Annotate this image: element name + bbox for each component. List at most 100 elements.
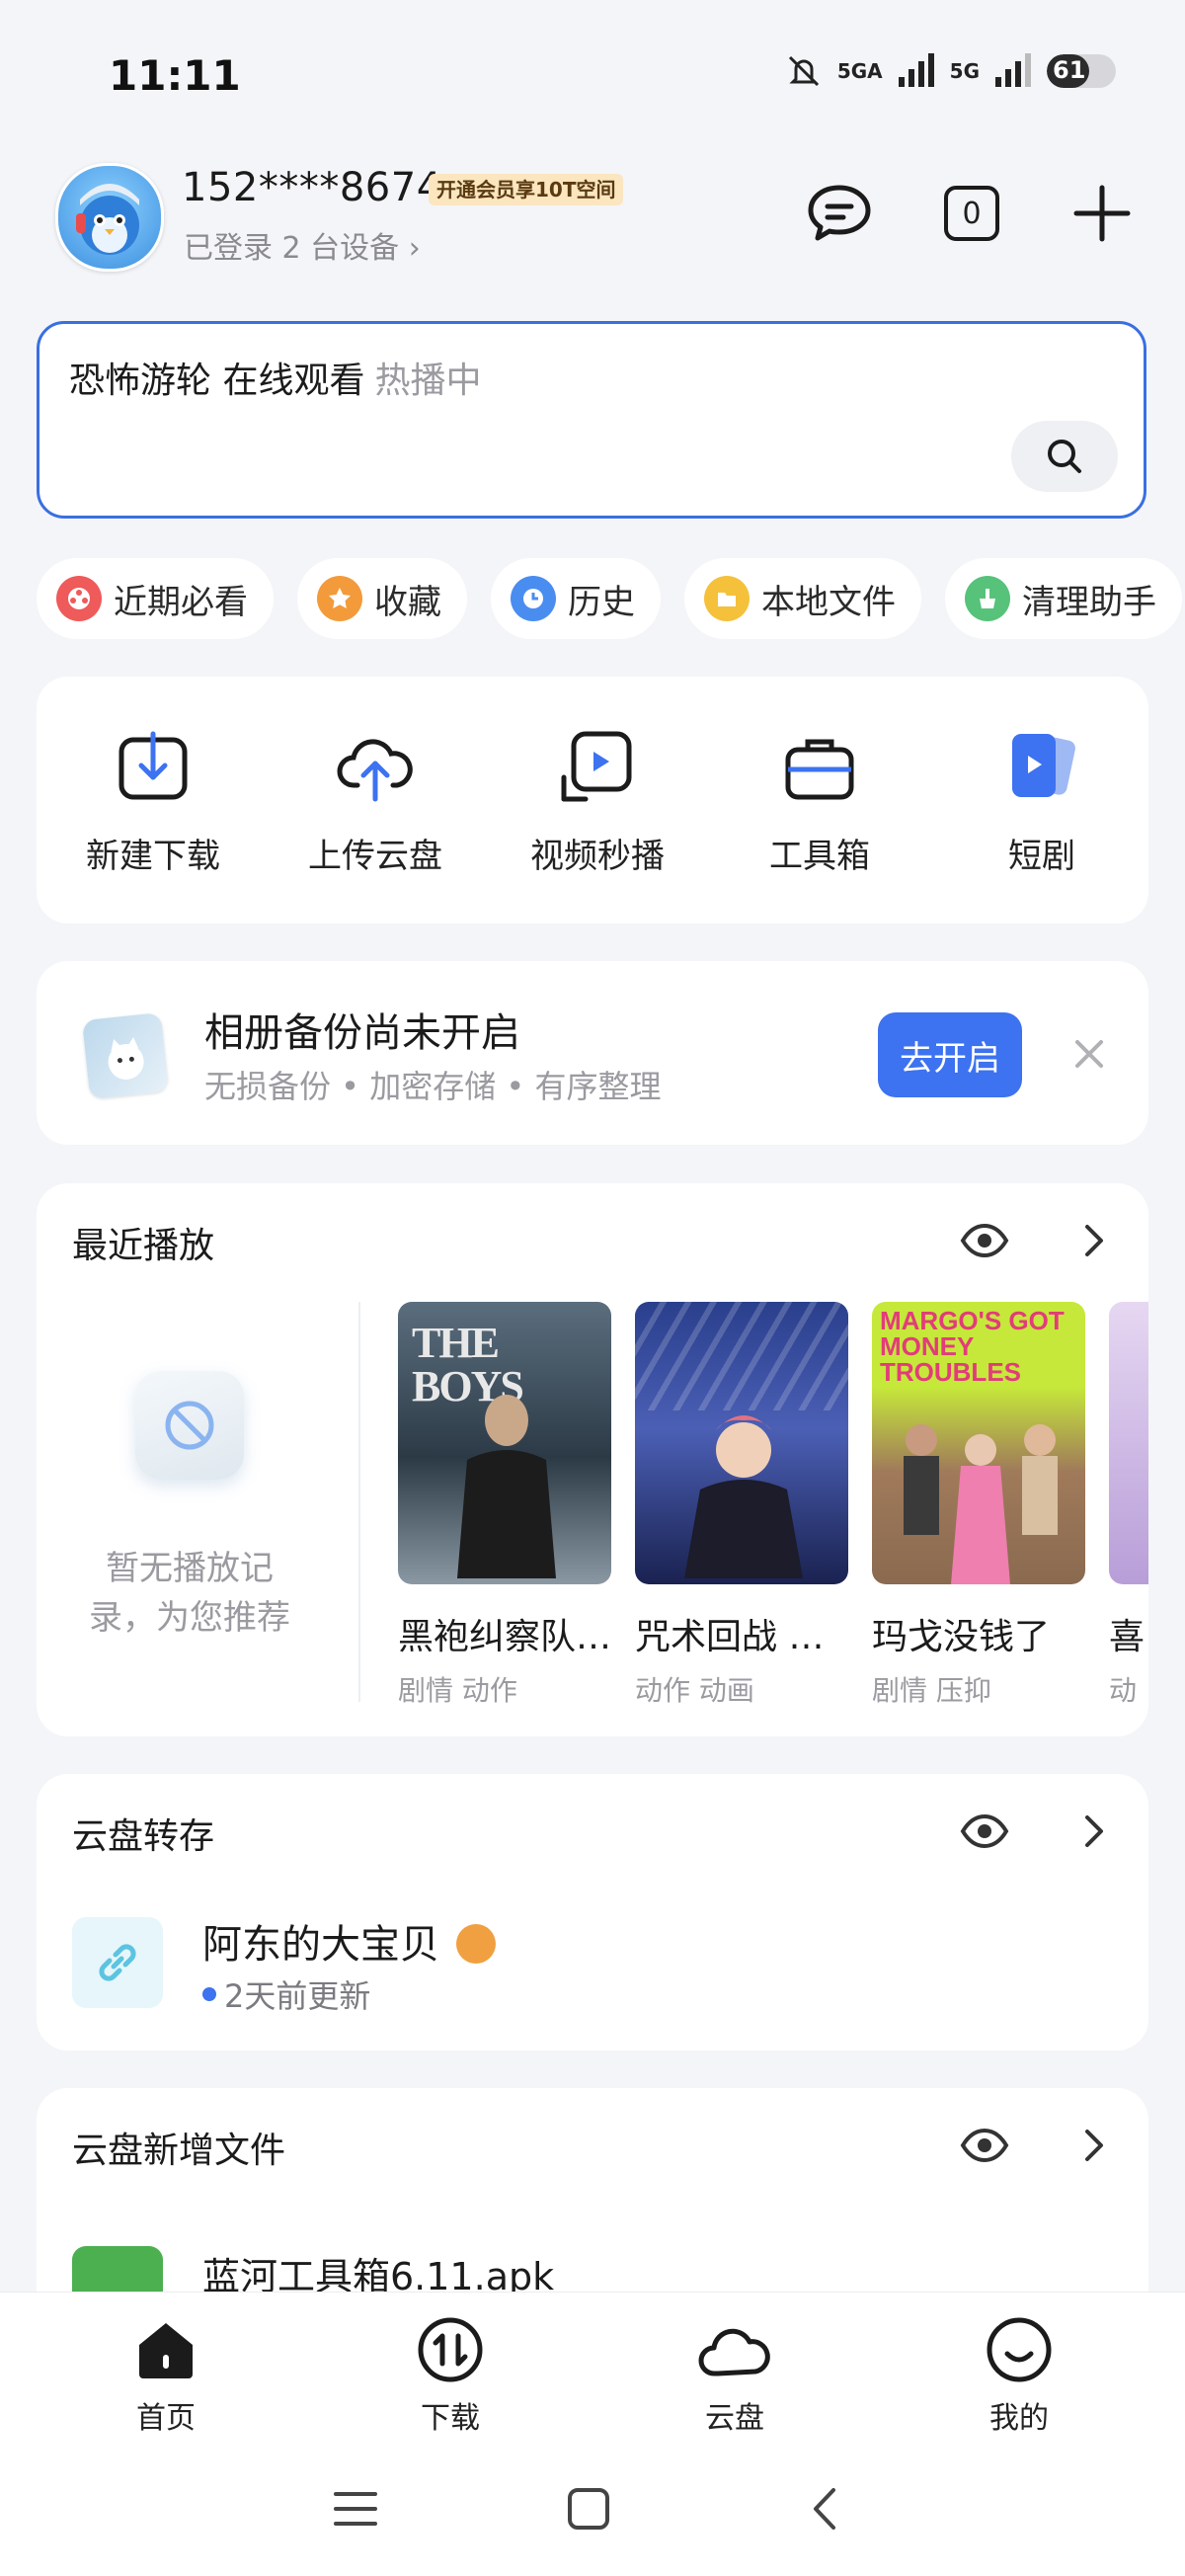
eye-icon [960,2128,1009,2163]
add-button[interactable] [1066,178,1138,249]
nav-home[interactable]: 首页 [87,2312,245,2437]
devices-link[interactable]: 已登录 2 台设备 › [184,223,421,267]
recent-item-tags: 动 [1109,1674,1138,1707]
bird-avatar-icon [76,184,139,255]
recent-item-title[interactable]: 黑袍纠察队… [398,1608,625,1659]
back-button[interactable] [796,2479,855,2538]
chip-label: 清理助手 [1022,582,1156,622]
recent-item-title[interactable]: 玛戈没钱了 [872,1608,1099,1659]
cloud-icon [697,2312,772,2387]
quick-action-toolbox[interactable]: 工具箱 [731,728,908,877]
recent-item-tags: 动作 动画 [635,1674,754,1707]
close-icon [1075,1040,1103,1068]
mute-icon [788,55,819,87]
star-icon [317,576,362,621]
folder-icon [704,576,750,621]
nav-label: 下载 [421,2401,480,2436]
cloud-transfer-more-button[interactable] [1073,1806,1113,1857]
signal-bars-icon [898,53,934,87]
quick-action-new-download[interactable]: 新建下载 [64,728,242,877]
emoji-icon [455,1924,496,1964]
chip-history[interactable]: 历史 [491,558,661,639]
close-backup-button[interactable] [1067,1032,1111,1076]
signal-bars-icon [995,53,1031,87]
photo-album-icon [82,1012,169,1099]
nav-label: 首页 [136,2401,196,2436]
poster-the-boys[interactable]: THE BOYS [398,1302,611,1584]
quick-action-label: 视频秒播 [530,837,665,876]
signal-label-1: 5GA [836,59,883,83]
recent-item-title[interactable]: 喜 [1109,1608,1148,1659]
search-button[interactable] [1011,421,1118,492]
transfer-item[interactable]: 阿东的大宝贝 [202,1912,496,1970]
search-box[interactable]: 恐怖游轮 在线观看 热播中 [37,321,1146,519]
menu-icon [334,2492,377,2526]
backup-subtitle: 无损备份 • 加密存储 • 有序整理 [204,1068,662,1105]
system-nav-bar [0,2440,1185,2576]
poster-partial[interactable] [1109,1302,1148,1584]
nav-me[interactable]: 我的 [940,2312,1098,2437]
transfer-time-text: 2天前更新 [224,1977,371,2015]
backup-title: 相册备份尚未开启 [204,1010,520,1056]
back-icon [814,2488,835,2530]
empty-box-icon [135,1371,244,1480]
photo-backup-card: 相册备份尚未开启 无损备份 • 加密存储 • 有序整理 去开启 [37,961,1148,1145]
broom-icon [965,576,1010,621]
shortcut-chips: 近期必看 收藏 历史 本地文件 清理助手 [37,558,1182,639]
film-reel-icon [56,576,102,621]
recent-item-title[interactable]: 咒术回战 … [635,1608,862,1659]
chip-recent-must-watch[interactable]: 近期必看 [37,558,274,639]
poster-jujutsu-kaisen[interactable] [635,1302,848,1584]
status-bar: 11:11 5GA 5G 61 [0,0,1185,148]
search-icon [1048,440,1081,473]
quick-action-label: 工具箱 [769,837,870,876]
home-nav-button[interactable] [559,2479,618,2538]
smile-icon [982,2312,1057,2387]
quick-action-video-play[interactable]: 视频秒播 [509,728,686,877]
bottom-nav: 首页 下载 云盘 我的 [0,2292,1185,2441]
quick-action-upload-cloud[interactable]: 上传云盘 [286,728,464,877]
chip-favorites[interactable]: 收藏 [297,558,467,639]
chip-label: 收藏 [374,582,441,622]
transfer-arrows-icon [413,2312,488,2387]
chip-cleaner[interactable]: 清理助手 [945,558,1182,639]
quick-action-label: 上传云盘 [308,837,442,876]
enable-backup-button[interactable]: 去开启 [878,1012,1022,1097]
poster-margo[interactable]: MARGO'S GOT MONEY TROUBLES [872,1302,1085,1584]
recent-play-more-button[interactable] [1073,1215,1113,1266]
chip-label: 本地文件 [761,582,896,622]
quick-action-short-drama[interactable]: 短剧 [953,728,1131,877]
toggle-visibility-button[interactable] [959,1215,1010,1266]
recent-play-title: 最近播放 [72,1226,215,1266]
video-play-icon [558,728,637,807]
user-phone: 152****8674 [182,165,442,210]
message-icon [808,185,871,241]
nav-cloud[interactable]: 云盘 [656,2312,814,2437]
cloud-transfer-title: 云盘转存 [72,1816,215,1857]
square-icon [568,2488,609,2530]
cloud-new-files-title: 云盘新增文件 [72,2131,286,2171]
search-input[interactable]: 恐怖游轮 在线观看 热播中 [69,352,481,403]
avatar[interactable] [55,163,164,272]
transfer-item-name: 阿东的大宝贝 [202,1922,439,1968]
quick-action-label: 短剧 [1008,837,1075,876]
cloud-transfer-card: 云盘转存 阿东的大宝贝 2天前更新 [37,1774,1148,2051]
menu-button[interactable] [326,2479,385,2538]
nav-download[interactable]: 下载 [371,2312,529,2437]
signal-label-2: 5G [949,59,980,83]
download-icon [114,728,193,807]
plus-icon [1073,185,1131,242]
message-button[interactable] [804,178,875,249]
status-time: 11:11 [109,51,241,100]
divider [358,1302,360,1702]
chip-local-files[interactable]: 本地文件 [684,558,921,639]
download-count-button[interactable]: 0 [936,178,1007,249]
cloud-new-files-more-button[interactable] [1073,2120,1113,2171]
chip-label: 近期必看 [114,582,248,622]
eye-icon [960,1223,1009,1258]
vip-badge[interactable]: 开通会员享10T空间 [429,174,624,205]
toggle-visibility-button[interactable] [959,1806,1010,1857]
toggle-visibility-button[interactable] [959,2120,1010,2171]
cloud-upload-icon [336,728,415,807]
quick-actions-card: 新建下载 上传云盘 视频秒播 工具箱 短剧 [37,677,1148,924]
